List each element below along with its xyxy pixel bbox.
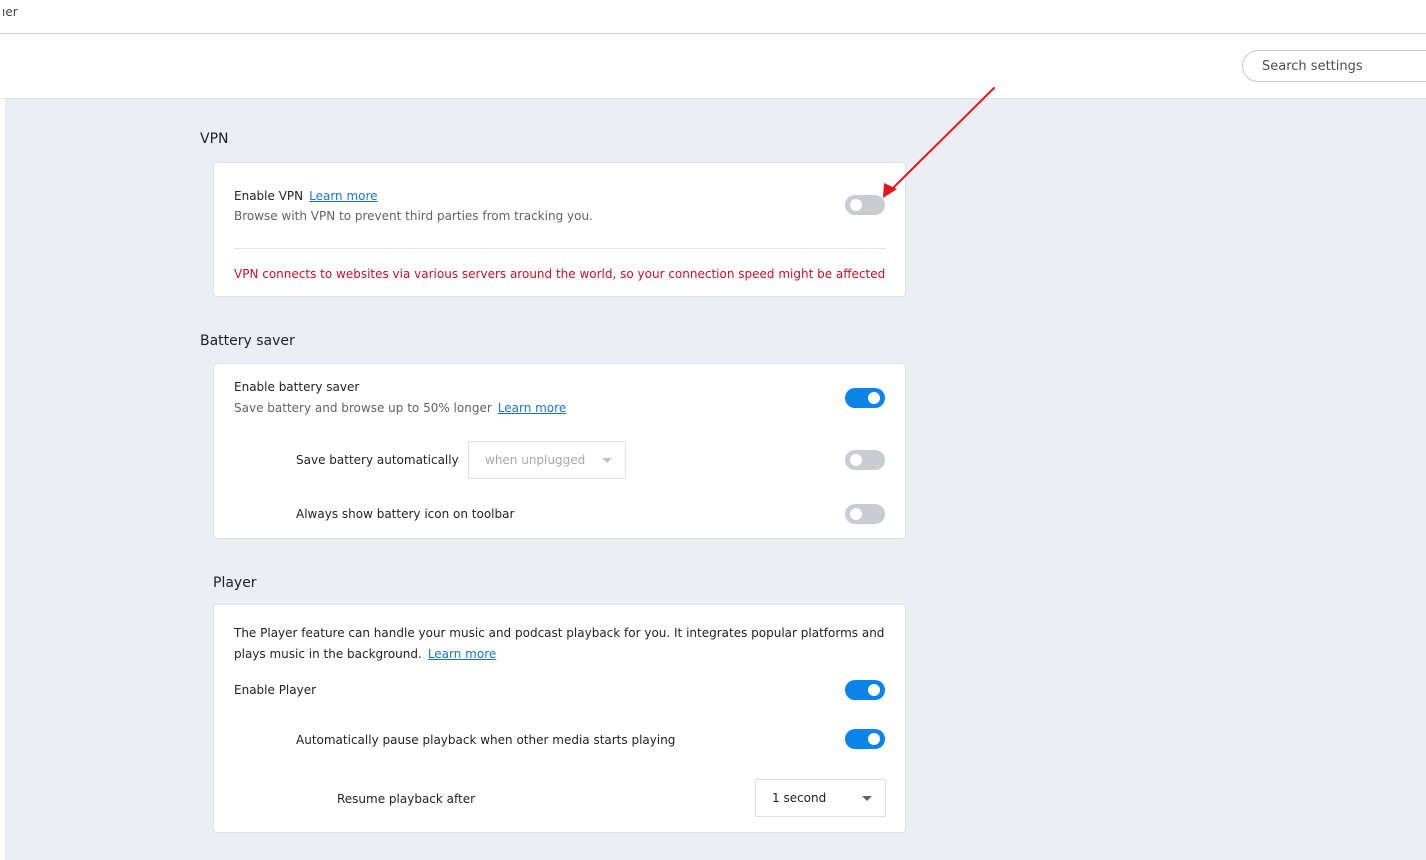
vpn-section-title: VPN: [200, 131, 229, 147]
resume-playback-label: Resume playback after: [337, 792, 476, 806]
battery-section-title: Battery saver: [200, 333, 295, 349]
vpn-learn-more-link[interactable]: Learn more: [309, 189, 377, 203]
toggle-knob: [868, 733, 880, 745]
toggle-knob: [850, 508, 862, 520]
enable-vpn-row: Enable VPN Learn more: [234, 189, 378, 203]
vpn-card: Enable VPN Learn more Browse with VPN to …: [213, 162, 906, 297]
toggle-knob: [850, 199, 862, 211]
enable-battery-saver-label: Enable battery saver: [234, 380, 360, 394]
player-card: The Player feature can handle your music…: [213, 604, 906, 833]
vpn-description: Browse with VPN to prevent third parties…: [234, 209, 593, 223]
auto-pause-label: Automatically pause playback when other …: [296, 733, 676, 747]
settings-header: [0, 34, 1426, 99]
battery-description: Save battery and browse up to 50% longer: [234, 401, 492, 415]
resume-playback-select[interactable]: 1 second: [755, 779, 886, 817]
enable-player-label: Enable Player: [234, 683, 317, 697]
battery-description-row: Save battery and browse up to 50% longer…: [234, 401, 566, 415]
vpn-warning-text: VPN connects to websites via various ser…: [234, 267, 886, 281]
vpn-divider: [234, 248, 886, 249]
resume-playback-value: 1 second: [772, 791, 827, 805]
enable-player-toggle[interactable]: [845, 680, 885, 700]
battery-icon-toolbar-toggle[interactable]: [845, 504, 885, 524]
toggle-knob: [868, 392, 880, 404]
battery-icon-toolbar-label: Always show battery icon on toolbar: [296, 507, 515, 521]
enable-battery-saver-toggle[interactable]: [845, 388, 885, 408]
save-battery-auto-select[interactable]: when unplugged: [468, 441, 626, 479]
enable-vpn-label: Enable VPN: [234, 189, 304, 203]
player-description: The Player feature can handle your music…: [234, 626, 885, 661]
battery-card: Enable battery saver Save battery and br…: [213, 363, 906, 539]
auto-pause-toggle[interactable]: [845, 729, 885, 749]
enable-vpn-toggle[interactable]: [845, 195, 885, 215]
top-bar-fragment: ıer: [0, 0, 1426, 34]
chevron-down-icon: [862, 796, 872, 801]
player-learn-more-link[interactable]: Learn more: [428, 647, 496, 661]
player-description-row: The Player feature can handle your music…: [234, 623, 894, 665]
search-settings-input[interactable]: [1242, 50, 1426, 82]
toggle-knob: [850, 454, 862, 466]
save-battery-auto-value: when unplugged: [485, 453, 586, 467]
player-section-title: Player: [213, 575, 257, 591]
top-bar-text: ıer: [2, 5, 18, 19]
battery-learn-more-link[interactable]: Learn more: [498, 401, 566, 415]
toggle-knob: [868, 684, 880, 696]
save-battery-auto-toggle[interactable]: [845, 450, 885, 470]
chevron-down-icon: [602, 458, 612, 463]
save-battery-auto-label: Save battery automatically: [296, 453, 459, 467]
